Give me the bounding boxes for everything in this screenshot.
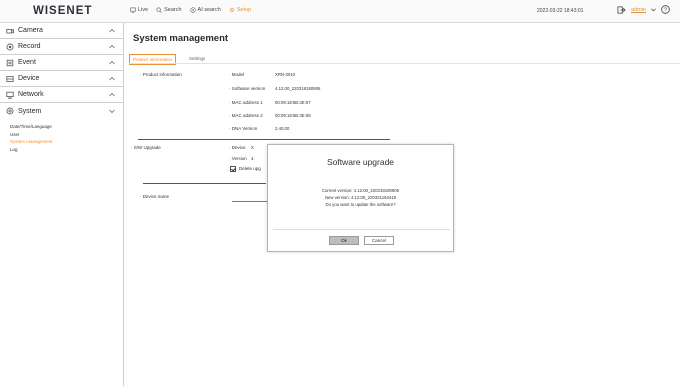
- menu-setup[interactable]: Setup: [229, 7, 251, 13]
- sidebar-item-label: System: [18, 107, 42, 115]
- sidebar-subitem-date-time-language[interactable]: Date/Time/Language: [10, 123, 123, 131]
- mac-address-1-label: · MAC address 1: [229, 100, 263, 105]
- version-value: 4.: [251, 156, 255, 161]
- mac-address-1-value: 00:09:18:5B:3E:07: [275, 100, 311, 105]
- dialog-title: Software upgrade: [326, 157, 395, 167]
- chevron-up-icon: [109, 60, 115, 65]
- tab-divider: [129, 63, 680, 64]
- delete-upgrade-label: Delete upg: [239, 166, 261, 171]
- brand-logo: WISENET: [33, 5, 93, 17]
- dialog-divider: [273, 229, 450, 230]
- sidebar-item-network[interactable]: Network: [0, 87, 123, 103]
- model-value: XRN-3010: [275, 72, 296, 77]
- datetime: 2022-03-22 18:43:01: [537, 8, 584, 14]
- chevron-up-icon: [109, 28, 115, 33]
- user-link[interactable]: admin: [631, 7, 646, 13]
- chevron-down-icon: [109, 109, 115, 114]
- sidebar-item-record[interactable]: Record: [0, 39, 123, 55]
- ai-search-icon: [189, 7, 196, 13]
- version-label: · Version: [229, 156, 247, 161]
- sidebar-item-camera[interactable]: Camera: [0, 23, 123, 39]
- monitor-icon: [130, 7, 136, 13]
- chevron-down-icon[interactable]: [651, 7, 656, 12]
- menu-ai-search[interactable]: AI search: [189, 7, 221, 13]
- menu-live-label: Live: [138, 7, 149, 13]
- mac-address-2-label: · MAC address 2: [229, 113, 263, 118]
- section-divider: [143, 183, 266, 184]
- software-version-value: 4.12.00_220318190906: [275, 86, 321, 91]
- chevron-up-icon: [109, 76, 115, 81]
- current-version-text: Current version: 4.12.00_220318190906: [321, 188, 400, 193]
- setup-icon: [229, 7, 234, 13]
- software-upgrade-dialog: Software upgrade Current version: 4.12.0…: [267, 144, 454, 252]
- product-information-label: · Product information: [140, 72, 182, 77]
- dna-version-value: 2.40.00: [275, 126, 290, 131]
- chevron-up-icon: [109, 92, 115, 97]
- menu-search[interactable]: Search: [156, 7, 182, 13]
- sidebar-item-label: Record: [18, 43, 41, 50]
- section-divider: [138, 139, 390, 140]
- sidebar-item-label: Device: [18, 75, 40, 82]
- device-select-value[interactable]: X: [251, 145, 254, 150]
- sidebar-subitem-system-management[interactable]: System management: [10, 138, 123, 146]
- sidebar-item-device[interactable]: Device: [0, 71, 123, 87]
- sidebar-item-label: Event: [18, 59, 36, 66]
- page-title: System management: [133, 33, 229, 44]
- ok-button[interactable]: Ok: [329, 236, 359, 245]
- top-menu: Live Search AI search Setup: [130, 7, 251, 13]
- top-right-controls: admin ?: [617, 5, 670, 14]
- update-question-text: Do you want to update the software?: [325, 202, 396, 207]
- cancel-button[interactable]: Cancel: [364, 236, 394, 245]
- search-icon: [156, 7, 162, 13]
- top-bar: WISENET Live Search AI search Setup 2022…: [0, 0, 680, 23]
- menu-search-label: Search: [164, 7, 182, 13]
- delete-upgrade-checkbox[interactable]: [230, 166, 236, 172]
- system-submenu: Date/Time/Language User System managemen…: [0, 119, 123, 153]
- menu-live[interactable]: Live: [130, 7, 148, 13]
- camera-icon: [6, 28, 14, 34]
- sidebar-item-event[interactable]: Event: [0, 55, 123, 71]
- sidebar-item-system[interactable]: System: [0, 103, 123, 119]
- menu-setup-label: Setup: [236, 7, 252, 13]
- sidebar-item-label: Camera: [18, 27, 43, 34]
- menu-ai-search-label: AI search: [197, 7, 221, 13]
- record-icon: [6, 43, 14, 50]
- logout-icon[interactable]: [617, 5, 626, 14]
- device-name-input[interactable]: [232, 201, 267, 202]
- new-version-text: New version: 4.12.00_220321163418: [324, 195, 397, 200]
- sidebar-item-label: Network: [18, 91, 44, 98]
- model-label: · Model: [229, 72, 245, 77]
- event-icon: [6, 59, 14, 66]
- sidebar-subitem-user[interactable]: User: [10, 131, 123, 139]
- dna-version-label: · DNA Version: [229, 126, 258, 131]
- network-icon: [6, 91, 14, 99]
- mac-address-2-value: 00:09:18:5B:3E:08: [275, 113, 311, 118]
- sidebar: Camera Record Event Device Network Syste…: [0, 23, 124, 386]
- device-label: · Device: [229, 145, 246, 150]
- app-root: WISENET Live Search AI search Setup 2022…: [0, 0, 680, 386]
- device-icon: [6, 75, 14, 82]
- device-name-label: · Device name: [140, 194, 170, 199]
- system-icon: [6, 107, 14, 115]
- sw-upgrade-label: · S/W Upgrade: [131, 145, 161, 150]
- sidebar-subitem-log[interactable]: Log: [10, 146, 123, 154]
- help-icon[interactable]: ?: [661, 5, 670, 14]
- software-version-label: · Software version: [229, 86, 266, 91]
- chevron-up-icon: [109, 44, 115, 49]
